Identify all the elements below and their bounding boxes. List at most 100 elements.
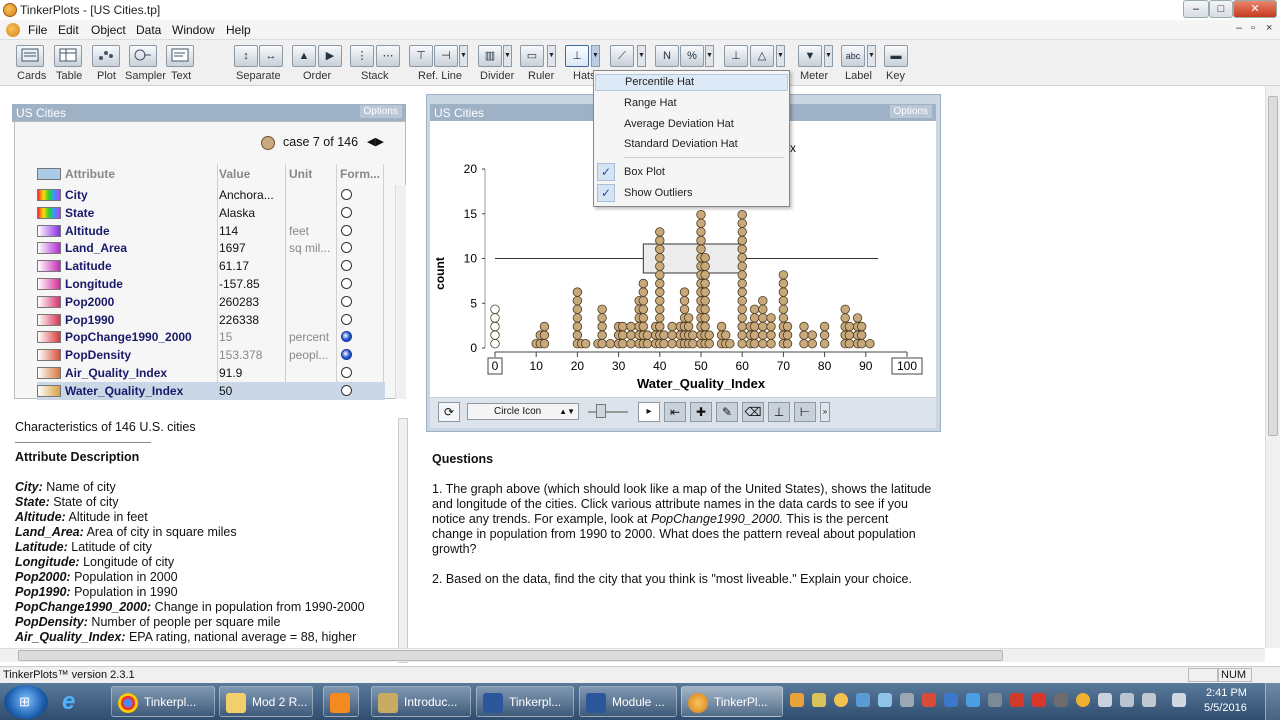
taskbar-task-folder[interactable]: Mod 2 R... xyxy=(219,686,313,717)
sampler-button[interactable] xyxy=(129,45,157,67)
action-center-icon[interactable] xyxy=(1098,693,1112,707)
hats-dropdown[interactable]: ▼ xyxy=(591,45,600,67)
bluetooth-icon[interactable] xyxy=(1054,693,1068,707)
ref-line-horizontal-button[interactable]: ⊣ xyxy=(434,45,458,67)
taskbar-task-media[interactable] xyxy=(323,686,359,717)
attribute-row[interactable]: Altitude 114 feet xyxy=(37,222,385,240)
formula-icon[interactable] xyxy=(341,206,352,218)
attribute-name[interactable]: Longitude xyxy=(65,277,123,291)
taskbar-task-word-2[interactable]: Module ... xyxy=(579,686,677,717)
taskbar-task-tinkerplots[interactable]: TinkerPl... xyxy=(681,686,783,717)
formula-icon[interactable] xyxy=(341,349,352,361)
menu-help[interactable]: Help xyxy=(226,23,251,37)
mix-up-button[interactable]: ⟳ xyxy=(438,402,460,422)
case-prev-next-arrows[interactable]: ◀▶ xyxy=(367,135,384,148)
attribute-unit[interactable]: sq mil... xyxy=(289,241,337,255)
ref-line-vertical-button[interactable]: ⊤ xyxy=(409,45,433,67)
show-desktop-button[interactable] xyxy=(1265,683,1280,720)
plot-options-button[interactable]: Options xyxy=(889,105,932,118)
averages-button[interactable]: ⟋ xyxy=(610,45,634,67)
table-button[interactable] xyxy=(54,45,82,67)
more-tools-button[interactable]: » xyxy=(820,402,830,422)
attribute-unit[interactable]: percent xyxy=(289,330,337,344)
card-scrollbar[interactable] xyxy=(395,185,406,399)
move-tool-button[interactable]: ⇤ xyxy=(664,402,686,422)
attribute-row[interactable]: Pop1990 226338 xyxy=(37,311,385,329)
tray-icon[interactable] xyxy=(1076,693,1090,707)
formula-icon[interactable] xyxy=(341,242,352,254)
ruler-button[interactable]: ▭ xyxy=(520,45,544,67)
bracket-tool-button[interactable]: ⊢ xyxy=(794,402,816,422)
attribute-value[interactable]: 153.378 xyxy=(219,348,285,362)
tray-icon[interactable] xyxy=(812,693,826,707)
attribute-name[interactable]: State xyxy=(65,206,94,220)
formula-icon[interactable] xyxy=(341,295,352,307)
doc-restore-button[interactable]: ▫ xyxy=(1251,22,1255,34)
attribute-row[interactable]: Pop2000 260283 xyxy=(37,293,385,311)
separate-vertical-button[interactable]: ↕ xyxy=(234,45,258,67)
icon-type-select[interactable]: Circle Icon ▲▼ xyxy=(467,403,579,420)
document-icon[interactable] xyxy=(6,23,20,37)
attribute-name[interactable]: Pop1990 xyxy=(65,313,114,327)
close-button[interactable]: ✕ xyxy=(1233,0,1277,18)
order-up-button[interactable]: ▲ xyxy=(292,45,316,67)
main-vertical-scrollbar[interactable] xyxy=(1265,86,1280,648)
horizontal-scroll-thumb[interactable] xyxy=(18,650,1003,661)
divider-button[interactable]: ▥ xyxy=(478,45,502,67)
taskbar-task-word-1[interactable]: Tinkerpl... xyxy=(476,686,574,717)
ruler-dropdown[interactable]: ▼ xyxy=(547,45,556,67)
attribute-description-text[interactable]: Characteristics of 146 U.S. cities Attri… xyxy=(14,418,402,646)
attribute-value[interactable]: 61.17 xyxy=(219,259,285,273)
attribute-value[interactable]: Anchora... xyxy=(219,188,285,202)
tray-icon[interactable] xyxy=(966,693,980,707)
attribute-value[interactable]: Alaska xyxy=(219,206,285,220)
tray-icon[interactable] xyxy=(944,693,958,707)
attribute-value[interactable]: 15 xyxy=(219,330,285,344)
attribute-name[interactable]: Air_Quality_Index xyxy=(65,366,167,380)
count-n-button[interactable]: N xyxy=(655,45,679,67)
taskbar-task-chrome[interactable]: Tinkerpl... xyxy=(111,686,215,717)
attribute-row[interactable]: PopChange1990_2000 15 percent xyxy=(37,328,385,346)
text-button[interactable] xyxy=(166,45,194,67)
tray-icon[interactable] xyxy=(856,693,870,707)
attribute-name[interactable]: Water_Quality_Index xyxy=(65,384,183,398)
attribute-row[interactable]: State Alaska xyxy=(37,204,385,222)
attribute-name[interactable]: Altitude xyxy=(65,224,110,238)
range-hat-item[interactable]: Range Hat xyxy=(624,97,677,109)
internet-explorer-icon[interactable]: e xyxy=(62,689,90,715)
menu-data[interactable]: Data xyxy=(136,23,161,37)
attribute-name[interactable]: Pop2000 xyxy=(65,295,114,309)
doc-scrollbar[interactable] xyxy=(398,418,408,663)
percentile-hat-item[interactable]: Percentile Hat xyxy=(595,74,788,91)
show-outliers-item[interactable]: Show Outliers xyxy=(624,187,692,199)
attribute-name[interactable]: City xyxy=(65,188,88,202)
card-options-button[interactable]: Options xyxy=(359,105,402,118)
start-button[interactable]: ⊞ xyxy=(4,685,48,719)
attribute-unit[interactable]: feet xyxy=(289,224,337,238)
formula-icon[interactable] xyxy=(341,224,352,236)
formula-icon[interactable] xyxy=(341,189,352,200)
menu-window[interactable]: Window xyxy=(172,23,215,37)
vertical-scroll-thumb[interactable] xyxy=(1268,96,1278,436)
cards-button[interactable] xyxy=(16,45,44,67)
attribute-value[interactable]: 114 xyxy=(219,224,285,238)
meter-dropdown[interactable]: ▼ xyxy=(824,45,833,67)
menu-edit[interactable]: Edit xyxy=(58,23,79,37)
questions-text[interactable]: Questions 1. The graph above (which shou… xyxy=(432,452,932,587)
divider-dropdown[interactable]: ▼ xyxy=(503,45,512,67)
attribute-value[interactable]: 1697 xyxy=(219,241,285,255)
network-icon[interactable] xyxy=(1120,693,1134,707)
reference-point-button[interactable]: ⊥ xyxy=(724,45,748,67)
attribute-row[interactable]: Water_Quality_Index 50 xyxy=(37,381,385,400)
stack-vertical-button[interactable]: ⋮ xyxy=(350,45,374,67)
formula-icon[interactable] xyxy=(341,384,352,396)
attribute-row[interactable]: Land_Area 1697 sq mil... xyxy=(37,239,385,257)
icon-size-slider[interactable] xyxy=(588,411,628,413)
attribute-name[interactable]: PopDensity xyxy=(65,348,131,362)
clock-time[interactable]: 2:41 PM xyxy=(1206,687,1247,699)
erase-tool-button[interactable]: ⌫ xyxy=(742,402,764,422)
attribute-value[interactable]: 50 xyxy=(219,384,285,398)
stamp-tool-button[interactable]: ⊥ xyxy=(768,402,790,422)
tray-icon[interactable] xyxy=(988,693,1002,707)
main-horizontal-scrollbar[interactable] xyxy=(0,648,1265,662)
